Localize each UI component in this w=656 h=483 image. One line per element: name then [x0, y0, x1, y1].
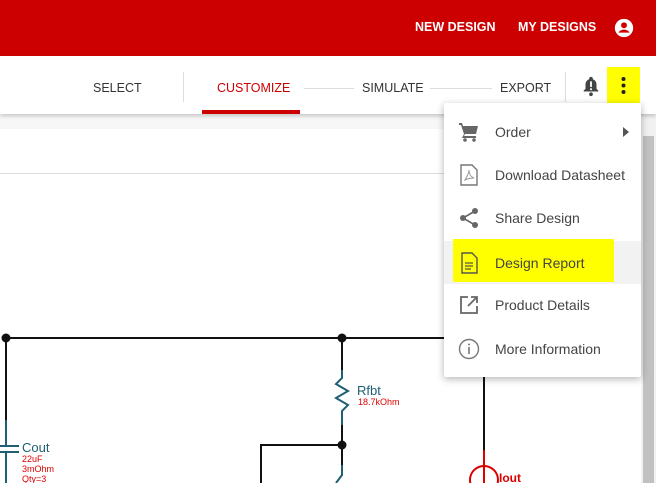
menu-item-download-datasheet[interactable]: Download Datasheet — [444, 153, 641, 196]
menu-item-label: Download Datasheet — [495, 166, 625, 183]
tab-export[interactable]: EXPORT — [500, 81, 551, 95]
junction-dot — [337, 333, 347, 343]
bell-icon[interactable] — [580, 74, 602, 98]
junction-dot — [337, 440, 347, 450]
account-icon[interactable] — [613, 17, 635, 39]
divider — [565, 72, 566, 102]
document-icon — [461, 251, 478, 274]
menu-item-label: Share Design — [495, 209, 580, 226]
wire — [260, 444, 342, 483]
cout-value: 22uF — [22, 454, 43, 464]
app-header: NEW DESIGN MY DESIGNS — [0, 0, 656, 56]
pdf-icon — [460, 163, 478, 186]
rfbt-value: 18.7kOhm — [358, 397, 400, 407]
current-source-iout — [469, 450, 499, 483]
menu-item-label: Order — [495, 123, 531, 140]
cart-icon — [459, 122, 478, 142]
resistor-rfbt — [334, 370, 350, 425]
menu-item-share-design[interactable]: Share Design — [444, 196, 641, 239]
share-icon — [460, 207, 478, 228]
menu-item-design-report[interactable]: Design Report — [444, 239, 641, 284]
cout-qty: Qty=3 — [22, 474, 46, 483]
menu-item-label: Design Report — [495, 254, 585, 271]
cout-label: Cout — [22, 440, 50, 455]
new-design-link[interactable]: NEW DESIGN — [415, 20, 496, 34]
menu-item-product-details[interactable]: Product Details — [444, 283, 641, 326]
more-menu-button[interactable] — [607, 67, 640, 104]
menu-item-order[interactable]: Order — [444, 110, 641, 153]
rfbt-label: Rfbt — [357, 383, 381, 398]
menu-item-label: More Information — [495, 340, 601, 357]
scrollbar-thumb[interactable] — [643, 136, 654, 483]
menu-item-label: Product Details — [495, 296, 590, 313]
active-tab-indicator — [202, 110, 300, 114]
iout-label: Iout — [499, 471, 521, 483]
tab-simulate[interactable]: SIMULATE — [362, 81, 424, 95]
resistor-lower — [335, 465, 343, 483]
step-connector — [430, 88, 492, 89]
tab-customize[interactable]: CUSTOMIZE — [217, 81, 290, 95]
divider — [183, 72, 184, 102]
my-designs-link[interactable]: MY DESIGNS — [518, 20, 596, 34]
info-icon — [458, 338, 480, 359]
step-connector — [304, 88, 354, 89]
submenu-arrow-icon — [623, 126, 629, 137]
more-menu: Order Download Datasheet Share Design De… — [444, 103, 641, 377]
tab-select[interactable]: SELECT — [93, 81, 142, 95]
external-link-icon — [460, 295, 478, 314]
menu-item-more-information[interactable]: More Information — [444, 327, 641, 370]
junction-dot — [1, 333, 11, 343]
cout-esr: 3mOhm — [22, 464, 54, 474]
kebab-icon — [621, 77, 626, 94]
